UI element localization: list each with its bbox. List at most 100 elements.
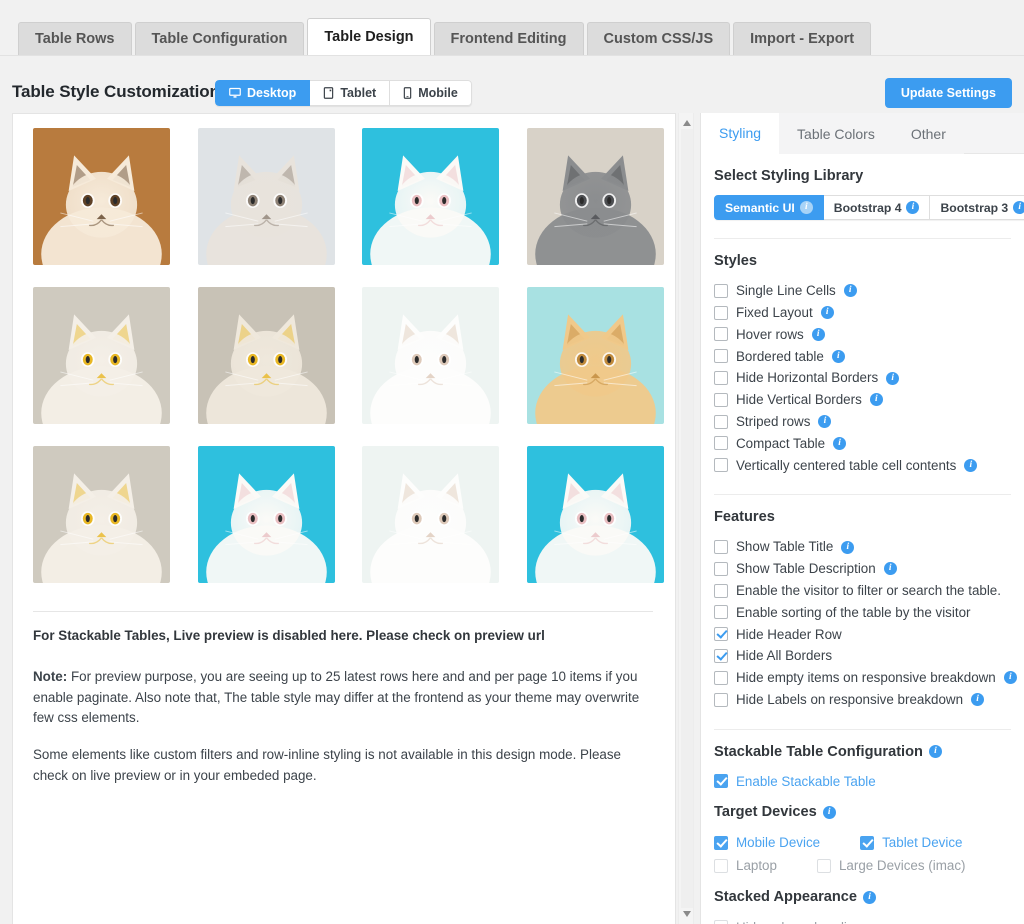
option-row[interactable]: Enable the visitor to filter or search t… <box>714 580 1024 602</box>
option-row[interactable]: Laptop <box>714 855 777 877</box>
checkbox[interactable] <box>714 649 728 664</box>
info-icon[interactable]: i <box>841 540 855 554</box>
stacked-appearance-title-text: Stacked Appearance <box>714 889 858 906</box>
info-icon[interactable]: i <box>964 458 978 472</box>
checkbox[interactable] <box>860 835 875 850</box>
top-tab-table-design[interactable]: Table Design <box>307 18 431 56</box>
checkbox[interactable] <box>714 920 728 924</box>
option-row[interactable]: Show Table Title i <box>714 536 1024 558</box>
info-icon[interactable]: i <box>833 436 847 450</box>
info-icon[interactable]: i <box>869 393 883 407</box>
option-row[interactable]: Hide Horizontal Borders i <box>714 367 1024 389</box>
info-icon[interactable]: i <box>906 201 920 214</box>
info-icon[interactable]: i <box>886 371 900 385</box>
table-design-screen: Table Rows Table Configuration Table Desig… <box>0 0 1024 924</box>
info-icon[interactable]: i <box>971 693 985 707</box>
option-label: Bordered table <box>736 348 824 364</box>
option-row[interactable]: Enable sorting of the table by the visit… <box>714 602 1024 624</box>
styling-library-toggle-group: Semantic UI i Bootstrap 4 i Bootstrap 3 i <box>714 195 1024 220</box>
preview-thumbnail <box>33 446 170 583</box>
info-icon[interactable]: i <box>1003 671 1017 685</box>
info-icon[interactable]: i <box>831 349 845 363</box>
table-preview-panel: For Stackable Tables, Live preview is di… <box>12 113 676 924</box>
option-row[interactable]: Hide column headings <box>714 916 1024 924</box>
info-icon[interactable]: i <box>818 415 832 429</box>
checkbox[interactable] <box>714 283 728 298</box>
checkbox[interactable] <box>714 670 728 685</box>
info-icon[interactable]: i <box>1013 201 1024 214</box>
settings-tab-table-colors[interactable]: Table Colors <box>779 113 893 154</box>
checkbox[interactable] <box>714 627 728 642</box>
top-tab-frontend-editing[interactable]: Frontend Editing <box>433 22 584 56</box>
info-icon[interactable]: i <box>822 805 836 819</box>
option-row[interactable]: Show Table Description i <box>714 558 1024 580</box>
option-row[interactable]: Vertically centered table cell contents i <box>714 454 1024 476</box>
checkbox[interactable] <box>714 414 728 429</box>
library-button-semantic-ui[interactable]: Semantic UI i <box>714 195 824 220</box>
monitor-icon <box>229 87 241 99</box>
option-row[interactable]: Hide All Borders <box>714 645 1024 667</box>
info-icon[interactable]: i <box>843 284 857 298</box>
option-row[interactable]: Bordered table i <box>714 345 1024 367</box>
option-label: Enable sorting of the table by the visit… <box>736 604 971 620</box>
styles-section-title: Styles <box>714 253 757 269</box>
settings-tab-styling[interactable]: Styling <box>701 113 780 154</box>
checkbox[interactable] <box>714 835 728 850</box>
option-row[interactable]: Fixed Layout i <box>714 302 1024 324</box>
option-row[interactable]: Hide Labels on responsive breakdown i <box>714 689 1024 711</box>
checkbox[interactable] <box>816 858 831 873</box>
top-tab-custom-css-js[interactable]: Custom CSS/JS <box>586 22 731 56</box>
info-icon[interactable]: i <box>883 562 897 576</box>
option-row[interactable]: Mobile Device <box>714 832 820 854</box>
info-icon[interactable]: i <box>863 890 877 904</box>
checkbox[interactable] <box>714 561 728 576</box>
option-row[interactable]: Striped rows i <box>714 411 1024 433</box>
update-settings-button[interactable]: Update Settings <box>884 78 1012 108</box>
option-label: Hide Labels on responsive breakdown <box>736 691 964 707</box>
option-label: Show Table Description <box>736 561 876 577</box>
option-row[interactable]: Hide Vertical Borders i <box>714 389 1024 411</box>
info-icon[interactable]: i <box>799 201 813 214</box>
top-tab-import-export[interactable]: Import - Export <box>733 22 872 56</box>
settings-tab-other[interactable]: Other <box>892 113 964 154</box>
checkbox[interactable] <box>714 583 728 598</box>
top-tab-table-configuration[interactable]: Table Configuration <box>134 22 305 56</box>
library-button-bootstrap-4[interactable]: Bootstrap 4 i <box>823 195 931 220</box>
preview-scrollbar[interactable] <box>678 113 694 924</box>
option-row[interactable]: Single Line Cells i <box>714 280 1024 302</box>
checkbox[interactable] <box>714 540 728 555</box>
option-row[interactable]: Enable Stackable Table <box>714 771 1024 793</box>
option-row[interactable]: Compact Table i <box>714 433 1024 455</box>
library-button-bootstrap-3[interactable]: Bootstrap 3 i <box>930 195 1024 220</box>
checkbox[interactable] <box>714 436 728 451</box>
checkbox[interactable] <box>714 774 728 789</box>
device-button-desktop[interactable]: Desktop <box>215 80 311 106</box>
top-tab-table-rows[interactable]: Table Rows <box>18 22 132 56</box>
option-row[interactable]: Large Devices (imac) <box>816 855 965 877</box>
checkbox[interactable] <box>714 327 728 342</box>
option-label: Compact Table <box>736 435 826 451</box>
device-button-tablet[interactable]: Tablet <box>310 80 391 106</box>
option-row[interactable]: Tablet Device <box>860 832 963 854</box>
checkbox[interactable] <box>714 371 728 386</box>
device-button-mobile[interactable]: Mobile <box>390 80 472 106</box>
checkbox[interactable] <box>714 458 728 473</box>
checkbox[interactable] <box>714 392 728 407</box>
checkbox[interactable] <box>714 349 728 364</box>
stacked-appearance-title: Stacked Appearance i <box>701 889 1024 916</box>
scroll-up-arrow-icon[interactable] <box>682 118 692 128</box>
checkbox[interactable] <box>714 858 728 873</box>
option-row[interactable]: Hover rows i <box>714 324 1024 346</box>
info-icon[interactable]: i <box>928 745 942 759</box>
device-button-label: Mobile <box>418 86 458 100</box>
checkbox[interactable] <box>714 605 728 620</box>
info-icon[interactable]: i <box>811 327 825 341</box>
option-row[interactable]: Hide Header Row <box>714 623 1024 645</box>
scrollbar-track[interactable] <box>681 129 693 908</box>
option-row[interactable]: Hide empty items on responsive breakdown… <box>714 667 1024 689</box>
checkbox[interactable] <box>714 692 728 707</box>
checkbox[interactable] <box>714 305 728 320</box>
preview-note: Note: For preview purpose, you are seein… <box>33 667 653 729</box>
scroll-down-arrow-icon[interactable] <box>682 909 692 919</box>
info-icon[interactable]: i <box>820 306 834 320</box>
